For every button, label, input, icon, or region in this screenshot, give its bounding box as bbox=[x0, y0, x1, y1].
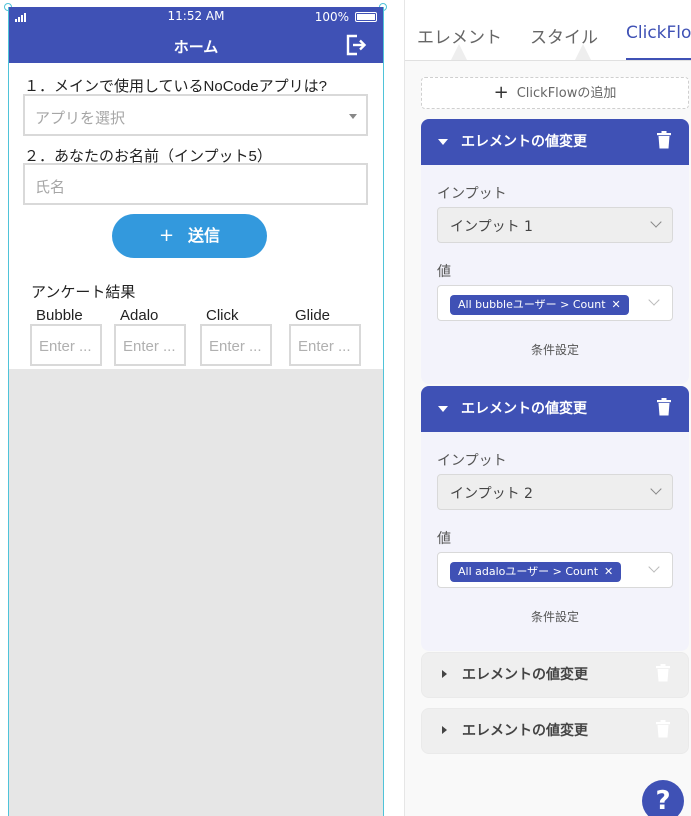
result-input[interactable]: Enter ... bbox=[289, 324, 361, 366]
value-field-label: 値 bbox=[437, 264, 451, 280]
results-title: アンケート結果 bbox=[31, 284, 136, 301]
result-label: Bubble bbox=[36, 307, 83, 324]
chevron-down-icon bbox=[650, 483, 662, 495]
name-input-placeholder: 氏名 bbox=[35, 179, 66, 196]
add-clickflow-button[interactable]: + ClickFlowの追加 bbox=[421, 77, 689, 109]
value-chip: All bubbleユーザー > Count ✕ bbox=[450, 295, 629, 315]
condition-settings-link[interactable]: 条件設定 bbox=[437, 608, 673, 651]
battery-percent: 100% bbox=[314, 10, 349, 24]
trash-icon[interactable] bbox=[656, 398, 672, 416]
status-bar: 11:52 AM 100% bbox=[9, 9, 383, 25]
input-select-value: インプット 2 bbox=[450, 486, 533, 502]
battery-icon bbox=[355, 12, 377, 22]
clickflow-card-1: エレメントの値変更 インプット インプット 1 値 All bubbleユーザー… bbox=[421, 119, 689, 384]
result-adalo: Adalo Enter ... bbox=[114, 307, 188, 366]
input-field-label: インプット bbox=[437, 186, 507, 202]
card-header[interactable]: エレメントの値変更 bbox=[422, 653, 688, 697]
add-clickflow-label: ClickFlowの追加 bbox=[516, 86, 617, 101]
close-icon[interactable]: ✕ bbox=[604, 565, 613, 578]
help-icon[interactable]: ? bbox=[642, 780, 684, 816]
result-label: Click bbox=[206, 307, 239, 324]
input-select-value: インプット 1 bbox=[450, 219, 533, 235]
card-title: エレメントの値変更 bbox=[462, 667, 588, 683]
logout-icon[interactable] bbox=[345, 34, 367, 56]
result-input[interactable]: Enter ... bbox=[200, 324, 272, 366]
value-select[interactable]: All adaloユーザー > Count ✕ bbox=[437, 552, 673, 588]
result-label: Adalo bbox=[120, 307, 159, 324]
caret-right-icon bbox=[442, 726, 447, 734]
caret-down-icon bbox=[349, 114, 357, 119]
clickflow-card-4: エレメントの値変更 bbox=[421, 708, 689, 754]
active-tab-indicator bbox=[626, 58, 691, 60]
value-field-label: 値 bbox=[437, 531, 451, 547]
card-title: エレメントの値変更 bbox=[461, 134, 587, 150]
tab-pointer bbox=[451, 44, 467, 60]
result-glide: Glide Enter ... bbox=[289, 307, 363, 366]
chevron-down-icon bbox=[648, 294, 660, 306]
screen-body: １．メインで使用しているNoCodeアプリは? アプリを選択 ２．あなたのお名前… bbox=[9, 63, 383, 369]
result-input[interactable]: Enter ... bbox=[114, 324, 186, 366]
card-header[interactable]: エレメントの値変更 bbox=[422, 709, 688, 753]
result-bubble: Bubble Enter ... bbox=[30, 307, 104, 366]
clickflow-card-2: エレメントの値変更 インプット インプット 2 値 All adaloユーザー … bbox=[421, 386, 689, 651]
tab-clickflow[interactable]: ClickFlow bbox=[626, 23, 691, 43]
input-field-label: インプット bbox=[437, 453, 507, 469]
input-select[interactable]: インプット 1 bbox=[437, 207, 673, 243]
card-body: インプット インプット 1 値 All bubbleユーザー > Count ✕ … bbox=[421, 183, 689, 384]
clickflow-card-3: エレメントの値変更 bbox=[421, 652, 689, 698]
app-select-dropdown[interactable]: アプリを選択 bbox=[23, 94, 368, 136]
result-label: Glide bbox=[295, 307, 331, 324]
value-chip-label: All bubbleユーザー > Count bbox=[458, 298, 606, 311]
screen-title: ホーム bbox=[173, 38, 219, 56]
chevron-down-icon bbox=[648, 561, 660, 573]
card-title: エレメントの値変更 bbox=[461, 401, 587, 417]
close-icon[interactable]: ✕ bbox=[612, 298, 621, 311]
panel-tabs: エレメント スタイル ClickFlow bbox=[405, 0, 691, 61]
result-input[interactable]: Enter ... bbox=[30, 324, 102, 366]
trash-icon[interactable] bbox=[656, 131, 672, 149]
result-click: Click Enter ... bbox=[200, 307, 274, 366]
phone-preview: 11:52 AM 100% ホーム １．メインで使用しているNoCodeアプリは… bbox=[8, 7, 384, 816]
app-select-placeholder: アプリを選択 bbox=[35, 110, 126, 127]
trash-icon[interactable] bbox=[655, 720, 671, 738]
properties-panel: エレメント スタイル ClickFlow + ClickFlowの追加 エレメント… bbox=[404, 0, 691, 816]
plus-icon: + bbox=[158, 225, 175, 246]
name-input[interactable]: 氏名 bbox=[23, 163, 368, 205]
value-chip: All adaloユーザー > Count ✕ bbox=[450, 562, 622, 582]
caret-right-icon bbox=[442, 670, 447, 678]
chevron-down-icon bbox=[650, 216, 662, 228]
caret-down-icon bbox=[438, 139, 448, 145]
condition-settings-link[interactable]: 条件設定 bbox=[437, 341, 673, 384]
card-header[interactable]: エレメントの値変更 bbox=[421, 119, 689, 165]
value-select[interactable]: All bubbleユーザー > Count ✕ bbox=[437, 285, 673, 321]
caret-down-icon bbox=[438, 406, 448, 412]
card-title: エレメントの値変更 bbox=[462, 723, 588, 739]
submit-button[interactable]: + 送信 bbox=[112, 214, 267, 258]
trash-icon[interactable] bbox=[655, 664, 671, 682]
tab-pointer bbox=[575, 44, 591, 60]
card-header[interactable]: エレメントの値変更 bbox=[421, 386, 689, 432]
card-body: インプット インプット 2 値 All adaloユーザー > Count ✕ 条… bbox=[421, 450, 689, 651]
input-select[interactable]: インプット 2 bbox=[437, 474, 673, 510]
submit-button-label: 送信 bbox=[188, 226, 221, 245]
app-header: 11:52 AM 100% ホーム bbox=[9, 7, 383, 63]
plus-icon: + bbox=[493, 82, 509, 103]
value-chip-label: All adaloユーザー > Count bbox=[458, 565, 599, 578]
question-1-label: １．メインで使用しているNoCodeアプリは? bbox=[24, 78, 327, 95]
